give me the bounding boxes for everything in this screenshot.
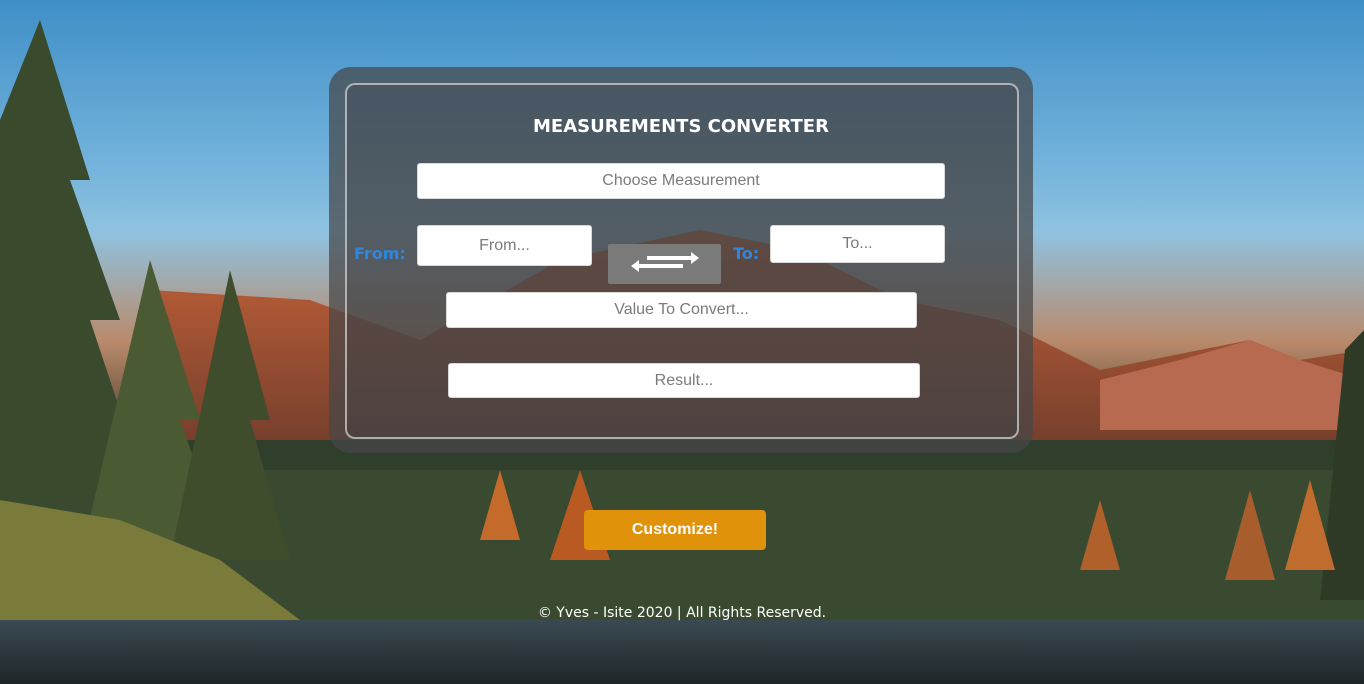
from-unit-select[interactable]: From... [417, 225, 592, 266]
to-label: To: [733, 244, 760, 263]
value-input[interactable]: Value To Convert... [446, 292, 917, 328]
swap-units-button[interactable] [608, 244, 721, 284]
page-title: MEASUREMENTS CONVERTER [533, 116, 829, 137]
result-field: Result... [448, 363, 920, 398]
from-label: From: [354, 244, 406, 263]
swap-arrows-icon [627, 248, 703, 280]
to-unit-select[interactable]: To... [770, 225, 945, 263]
measurement-select[interactable]: Choose Measurement [417, 163, 945, 199]
footer-copyright: © Yves - Isite 2020 | All Rights Reserve… [537, 605, 827, 621]
customize-button[interactable]: Customize! [584, 510, 766, 550]
converter-panel: MEASUREMENTS CONVERTER Choose Measuremen… [329, 67, 1033, 453]
